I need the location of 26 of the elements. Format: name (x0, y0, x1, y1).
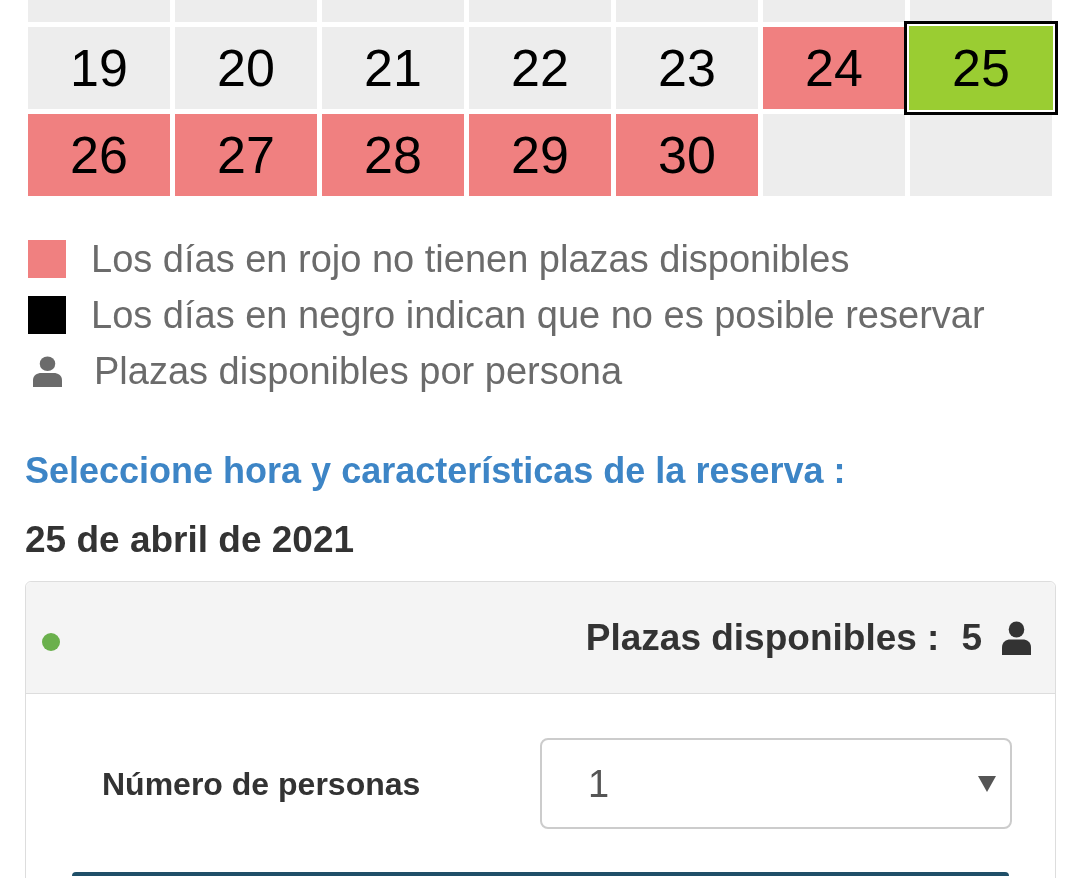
legend-text: Plazas disponibles por persona (94, 352, 623, 390)
calendar-day[interactable]: 22 (469, 27, 611, 109)
calendar-day[interactable]: 28 (322, 114, 464, 196)
person-icon (1002, 620, 1031, 655)
caret-icon (978, 775, 996, 792)
person-icon (32, 355, 62, 387)
selected-date: 25 de abril de 2021 (25, 520, 355, 560)
seats-count: 5 (961, 619, 982, 656)
calendar-day[interactable]: 25 (904, 21, 1058, 115)
legend-text: Los días en negro indican que no es posible reservar (91, 296, 985, 334)
section-heading: Seleccione hora y características de la reserva : (25, 451, 846, 491)
people-select[interactable]: 1 (540, 738, 1012, 829)
calendar-day[interactable]: 19 (28, 27, 170, 109)
calendar-day[interactable]: 24 (763, 27, 905, 109)
calendar-day[interactable]: 30 (616, 114, 758, 196)
people-label: Número de personas (102, 767, 421, 800)
calendar-day[interactable]: 23 (616, 27, 758, 109)
calendar-day[interactable] (910, 0, 1052, 22)
action-button[interactable] (72, 872, 1009, 876)
seats-label: Plazas disponibles : (585, 619, 940, 656)
calendar-day[interactable]: 20 (175, 27, 317, 109)
calendar-day[interactable]: 27 (175, 114, 317, 196)
calendar-day[interactable]: 26 (28, 114, 170, 196)
calendar-day[interactable]: 29 (469, 114, 611, 196)
legend-text: Los días en rojo no tienen plazas disponibles (91, 240, 850, 278)
calendar-day[interactable]: 21 (322, 27, 464, 109)
